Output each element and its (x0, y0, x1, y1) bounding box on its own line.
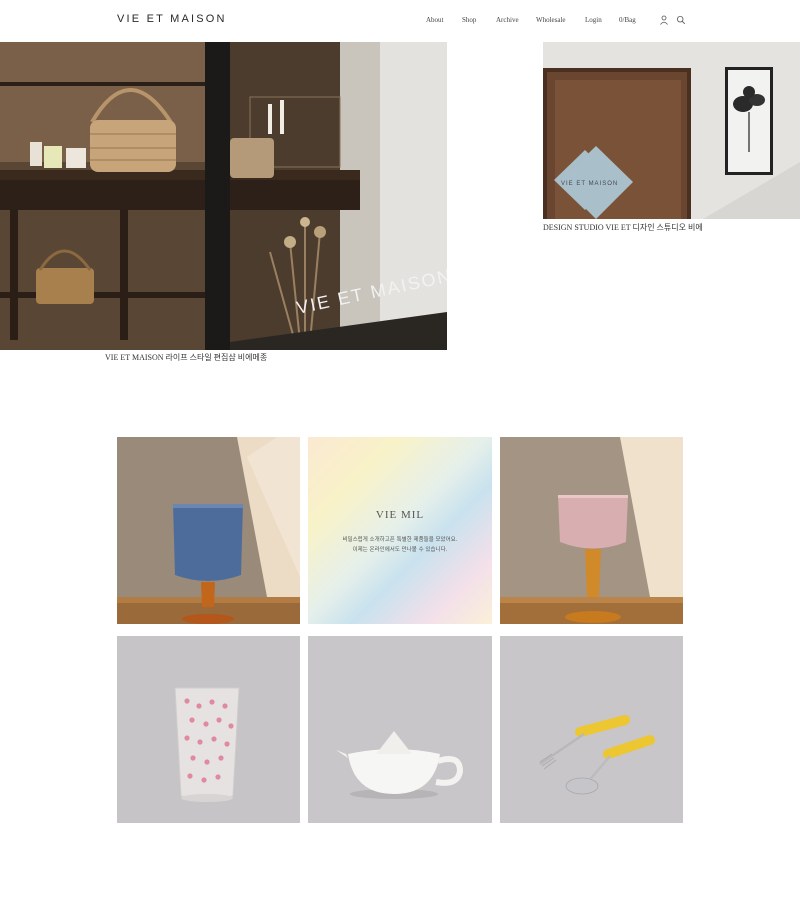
promo-line-1: 비밀스럽게 소개하고픈 특별한 제품들을 모았어요. (342, 537, 458, 543)
product-blue-goblet[interactable] (117, 437, 300, 624)
door-sign: VIE ET MAISON (561, 181, 618, 187)
vie-mil-promo[interactable]: VIE MIL 비밀스럽게 소개하고픈 특별한 제품들을 모았어요. 이제는 온… (308, 437, 492, 624)
nav-about[interactable]: About (426, 16, 444, 24)
nav-wholesale[interactable]: Wholesale (536, 16, 566, 24)
site-header: VIE ET MAISON About Shop Archive Wholesa… (0, 0, 800, 42)
search-icon[interactable] (676, 15, 686, 25)
nav-login[interactable]: Login (585, 16, 602, 24)
nav-archive[interactable]: Archive (496, 16, 519, 24)
user-icon[interactable] (659, 15, 669, 25)
product-floral-tumbler[interactable] (117, 636, 300, 823)
shop-caption[interactable]: VIE ET MAISON 라이프 스타일 편집샵 비에메종 (105, 352, 267, 363)
studio-caption[interactable]: DESIGN STUDIO VIE ET 디자인 스튜디오 비에 (543, 222, 703, 233)
product-pink-goblet[interactable] (500, 437, 683, 624)
shop-window-photo[interactable]: VIE ET MAISON (0, 42, 447, 350)
promo-line-2: 이제는 온라인에서도 만나볼 수 있습니다. (352, 547, 448, 553)
product-citrus-juicer[interactable] (308, 636, 492, 823)
product-yellow-cutlery[interactable] (500, 636, 683, 823)
nav-bag[interactable]: 0/Bag (619, 16, 636, 24)
studio-door-photo[interactable]: VIE ET MAISON (543, 42, 800, 219)
nav-shop[interactable]: Shop (462, 16, 476, 24)
promo-title: VIE MIL (375, 509, 425, 521)
